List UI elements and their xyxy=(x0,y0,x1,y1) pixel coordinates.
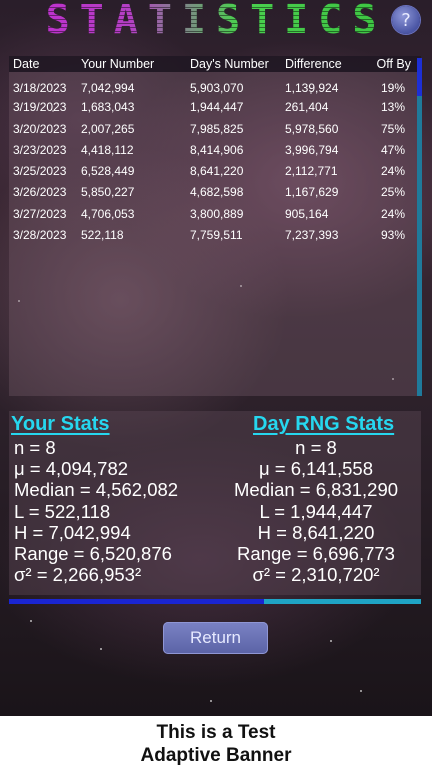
day-stats-heading: Day RNG Stats xyxy=(253,413,395,435)
progress-bar-fill xyxy=(9,599,264,604)
cell-date: 3/19/2023 xyxy=(13,100,67,114)
stats-panel: Your Stats Day RNG Stats n = 8 μ = 4,094… xyxy=(9,411,421,595)
history-table[interactable]: Date Your Number Day's Number Difference… xyxy=(9,56,422,396)
day-stat-median: Median = 6,831,290 xyxy=(233,479,399,500)
cell-difference: 261,404 xyxy=(285,100,329,114)
star xyxy=(210,700,212,702)
table-row: 3/26/2023 5,850,227 4,682,598 1,167,629 … xyxy=(9,180,413,204)
star xyxy=(330,640,332,642)
table-scrollbar[interactable] xyxy=(417,58,422,396)
your-stat-high: H = 7,042,994 xyxy=(14,522,131,543)
banner-line-2: Adaptive Banner xyxy=(140,745,292,766)
cell-days-number: 1,944,447 xyxy=(190,100,244,114)
your-stat-n: n = 8 xyxy=(14,437,56,458)
column-header-days-number: Day's Number xyxy=(190,57,269,71)
table-header-row: Date Your Number Day's Number Difference… xyxy=(9,56,421,72)
cell-off-by: 13% xyxy=(380,100,405,114)
star xyxy=(30,620,32,622)
day-stat-n: n = 8 xyxy=(295,437,337,458)
star xyxy=(100,648,102,650)
your-stat-low: L = 522,118 xyxy=(14,501,111,522)
your-stat-range: Range = 6,520,876 xyxy=(14,543,172,564)
cell-your-number: 1,683,043 xyxy=(81,100,135,114)
your-stat-median: Median = 4,562,082 xyxy=(14,479,179,500)
column-header-off-by: Off By xyxy=(376,57,411,71)
cell-days-number: 7,759,511 xyxy=(190,228,243,242)
your-stats-heading: Your Stats xyxy=(11,413,110,435)
day-stat-range: Range = 6,696,773 xyxy=(237,543,395,564)
banner-line-1: This is a Test xyxy=(156,722,276,743)
table-row: 3/28/2023 522,118 7,759,511 7,237,393 93… xyxy=(9,223,413,247)
cell-date: 3/28/2023 xyxy=(13,228,67,242)
day-stat-variance: σ² = 2,310,720² xyxy=(252,564,380,585)
ad-banner[interactable]: This is a Test Adaptive Banner xyxy=(0,716,432,770)
star xyxy=(360,690,362,692)
question-mark-icon: ? xyxy=(401,9,411,31)
table-row: 3/19/2023 1,683,043 1,944,447 261,404 13… xyxy=(9,95,413,119)
day-stat-low: L = 1,944,447 xyxy=(259,501,373,522)
cell-days-number: 4,682,598 xyxy=(190,185,244,199)
cell-difference: 1,167,629 xyxy=(285,185,339,199)
cell-off-by: 25% xyxy=(380,185,405,199)
your-stat-mean: μ = 4,094,782 xyxy=(14,458,129,479)
page-title: STATISTICS xyxy=(0,0,432,44)
cell-off-by: 93% xyxy=(380,228,405,242)
cell-date: 3/26/2023 xyxy=(13,185,67,199)
cell-your-number: 522,118 xyxy=(81,228,124,242)
column-header-date: Date xyxy=(13,57,40,71)
cell-difference: 7,237,393 xyxy=(285,228,339,242)
table-scrollbar-thumb[interactable] xyxy=(417,58,422,96)
column-header-difference: Difference xyxy=(285,57,342,71)
return-button[interactable]: Return xyxy=(163,622,268,654)
column-header-your-number: Your Number xyxy=(81,57,155,71)
your-stat-variance: σ² = 2,266,953² xyxy=(14,564,142,585)
cell-your-number: 5,850,227 xyxy=(81,185,135,199)
day-stat-high: H = 8,641,220 xyxy=(257,522,375,543)
day-stat-mean: μ = 6,141,558 xyxy=(258,458,374,479)
help-button[interactable]: ? xyxy=(392,6,420,34)
